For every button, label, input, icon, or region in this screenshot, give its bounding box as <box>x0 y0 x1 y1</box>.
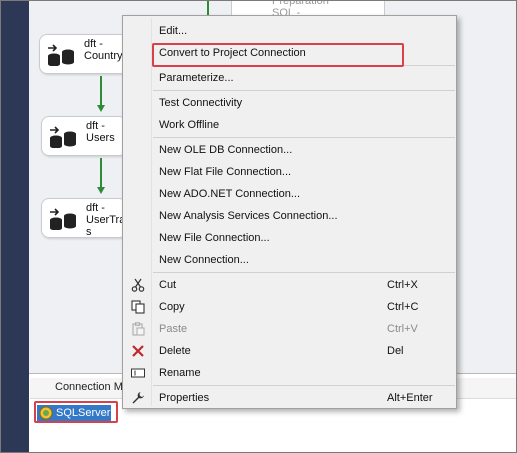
menu-item-parameterize[interactable]: Parameterize... <box>123 67 456 89</box>
menu-item-label: New Connection... <box>159 254 249 266</box>
paste-icon <box>132 322 145 336</box>
context-menu: Edit... Convert to Project Connection Pa… <box>122 15 457 409</box>
menu-item-shortcut: Alt+Enter <box>387 392 433 404</box>
menu-item-paste[interactable]: Paste Ctrl+V <box>123 318 456 340</box>
menu-item-shortcut: Ctrl+V <box>387 323 418 335</box>
menu-item-new-ole-db-connection[interactable]: New OLE DB Connection... <box>123 139 456 161</box>
scissors-icon <box>131 278 145 292</box>
menu-item-label: New Analysis Services Connection... <box>159 210 338 222</box>
task-label: dft - Users <box>86 120 115 144</box>
menu-item-label: New OLE DB Connection... <box>159 144 293 156</box>
data-flow-task-country[interactable]: dft - Country <box>39 34 129 74</box>
menu-item-cut[interactable]: Cut Ctrl+X <box>123 274 456 296</box>
menu-separator <box>153 65 455 66</box>
data-flow-icon <box>48 44 74 66</box>
menu-item-test-connectivity[interactable]: Test Connectivity <box>123 92 456 114</box>
menu-item-label: Edit... <box>159 25 188 37</box>
menu-item-edit[interactable]: Edit... <box>123 20 456 42</box>
menu-item-shortcut: Ctrl+C <box>387 301 419 313</box>
connection-managers-title: Connection M <box>55 381 123 393</box>
data-flow-icon <box>50 126 76 148</box>
menu-item-label: Parameterize... <box>159 72 234 84</box>
menu-item-delete[interactable]: Delete Del <box>123 340 456 362</box>
task-label: dft - UserTra s <box>86 202 126 238</box>
menu-item-label: New File Connection... <box>159 232 270 244</box>
arrowhead <box>97 187 105 194</box>
precedence-arrow <box>100 76 102 106</box>
rename-icon <box>131 368 145 378</box>
menu-item-shortcut: Ctrl+X <box>387 279 418 291</box>
menu-item-label: New Flat File Connection... <box>159 166 292 178</box>
menu-item-shortcut: Del <box>387 345 404 357</box>
menu-item-label: Cut <box>159 279 177 291</box>
menu-item-new-analysis-services-connection[interactable]: New Analysis Services Connection... <box>123 205 456 227</box>
menu-separator <box>153 385 455 386</box>
menu-item-new-flat-file-connection[interactable]: New Flat File Connection... <box>123 161 456 183</box>
menu-item-new-ado-net-connection[interactable]: New ADO.NET Connection... <box>123 183 456 205</box>
task-label: dft - Country <box>84 38 123 62</box>
menu-item-work-offline[interactable]: Work Offline <box>123 114 456 136</box>
delete-x-icon <box>132 345 144 357</box>
menu-item-new-file-connection[interactable]: New File Connection... <box>123 227 456 249</box>
data-flow-task-usertrans[interactable]: dft - UserTra s <box>41 198 127 238</box>
menu-item-properties[interactable]: Properties Alt+Enter <box>123 387 456 409</box>
data-flow-task-users[interactable]: dft - Users <box>41 116 127 156</box>
menu-item-label: New ADO.NET Connection... <box>159 188 301 200</box>
menu-separator <box>153 90 455 91</box>
menu-item-copy[interactable]: Copy Ctrl+C <box>123 296 456 318</box>
data-flow-icon <box>50 208 76 230</box>
connection-manager-icon <box>39 406 53 420</box>
wrench-icon <box>132 392 144 404</box>
menu-item-label: Copy <box>159 301 185 313</box>
menu-item-label: Work Offline <box>159 119 220 131</box>
menu-item-label: Convert to Project Connection <box>159 47 306 59</box>
menu-separator <box>153 137 455 138</box>
connection-manager-sqlserver[interactable]: SQLServer <box>37 405 111 421</box>
menu-item-label: Delete <box>159 345 191 357</box>
menu-item-label: Paste <box>159 323 188 335</box>
precedence-arrow <box>100 158 102 188</box>
left-toolbox-strip <box>1 1 29 452</box>
arrowhead <box>97 105 105 112</box>
menu-item-convert-to-project-connection[interactable]: Convert to Project Connection <box>123 42 456 64</box>
menu-item-new-connection[interactable]: New Connection... <box>123 249 456 271</box>
copy-icon <box>131 300 145 314</box>
menu-separator <box>153 272 455 273</box>
connection-manager-label: SQLServer <box>56 407 111 419</box>
menu-item-label: Test Connectivity <box>159 97 243 109</box>
menu-item-rename[interactable]: Rename <box>123 362 456 384</box>
menu-item-label: Rename <box>159 367 201 379</box>
menu-item-label: Properties <box>159 392 210 404</box>
